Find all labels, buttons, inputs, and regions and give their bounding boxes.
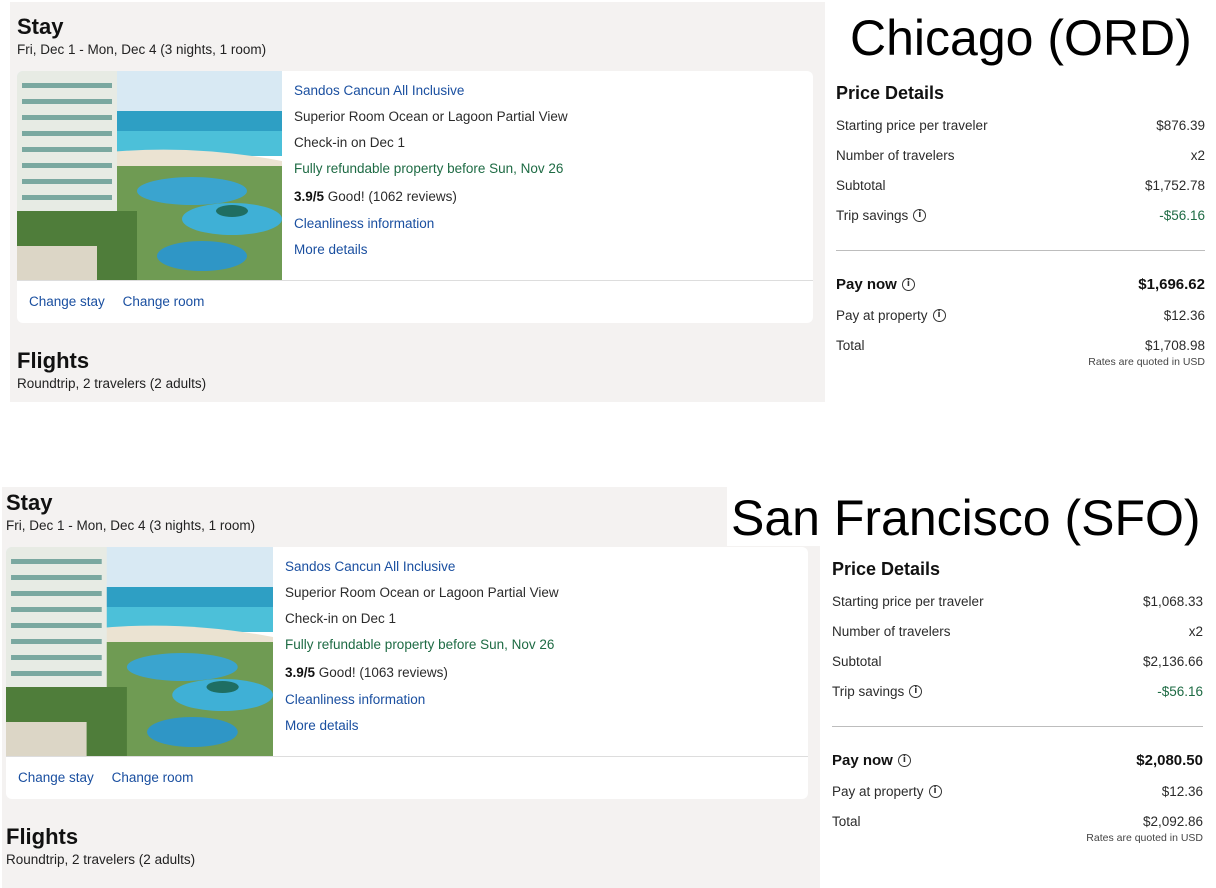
price-label: Starting price per traveler <box>836 118 988 133</box>
price-value: $12.36 <box>1161 784 1203 799</box>
rating: 3.9/5 Good! (1063 reviews) <box>285 665 448 680</box>
price-label: Trip savings <box>836 208 909 223</box>
price-value: $2,136.66 <box>1142 654 1203 669</box>
price-label: Number of travelers <box>832 624 951 639</box>
flights-sub: Roundtrip, 2 travelers (2 adults) <box>6 852 196 867</box>
cleanliness-link[interactable]: Cleanliness information <box>294 216 434 231</box>
card-actions: Change stay Change room <box>18 770 207 785</box>
price-label: Pay now <box>836 276 897 293</box>
change-stay-link[interactable]: Change stay <box>18 770 94 785</box>
price-value: $1,752.78 <box>1144 178 1205 193</box>
rates-note: Rates are quoted in USD <box>1088 356 1205 368</box>
info-icon[interactable]: i <box>897 754 911 767</box>
price-label: Number of travelers <box>836 148 955 163</box>
change-room-link[interactable]: Change room <box>112 770 194 785</box>
card-divider <box>6 756 808 757</box>
price-label: Subtotal <box>832 654 882 669</box>
flights-title: Flights <box>6 824 79 849</box>
rating-score: 3.9/5 <box>285 665 316 680</box>
change-stay-link[interactable]: Change stay <box>29 294 105 309</box>
hotel-image[interactable] <box>17 71 282 280</box>
card-actions: Change stay Change room <box>29 294 218 309</box>
more-details-link[interactable]: More details <box>294 242 368 257</box>
more-details-link[interactable]: More details <box>285 718 359 733</box>
rating-text: Good! (1062 reviews) <box>327 189 457 204</box>
price-value: $12.36 <box>1163 308 1205 323</box>
price-value: $1,708.98 <box>1144 338 1205 353</box>
info-icon[interactable]: i <box>932 309 946 322</box>
room-type: Superior Room Ocean or Lagoon Partial Vi… <box>285 585 559 600</box>
hotel-info: Sandos Cancun All Inclusive Superior Roo… <box>285 559 785 744</box>
hotel-image[interactable] <box>6 547 273 756</box>
rates-note: Rates are quoted in USD <box>1086 832 1203 844</box>
price-details-title: Price Details <box>832 559 941 579</box>
price-details-panel: Price Details Starting price per travele… <box>821 546 1216 888</box>
price-value: $1,068.33 <box>1142 594 1203 609</box>
info-icon[interactable]: i <box>913 209 927 222</box>
stay-dates: Fri, Dec 1 - Mon, Dec 4 (3 nights, 1 roo… <box>6 518 256 533</box>
flights-title: Flights <box>17 348 90 373</box>
rating-text: Good! (1063 reviews) <box>318 665 448 680</box>
hotel-card: Sandos Cancun All Inclusive Superior Roo… <box>17 71 813 323</box>
price-label: Pay at property <box>832 784 924 799</box>
checkin-text: Check-in on Dec 1 <box>294 135 406 150</box>
stay-title: Stay <box>17 14 64 39</box>
stay-title: Stay <box>6 490 53 515</box>
hotel-name-link[interactable]: Sandos Cancun All Inclusive <box>294 83 464 98</box>
price-label: Starting price per traveler <box>832 594 984 609</box>
price-label: Total <box>836 338 865 353</box>
city-label: Chicago (ORD) <box>844 10 1208 65</box>
price-label: Pay now <box>832 752 893 769</box>
price-value: -$56.16 <box>1159 208 1205 223</box>
price-value: x2 <box>1188 624 1203 639</box>
price-divider <box>836 250 1205 251</box>
price-label: Trip savings <box>832 684 905 699</box>
info-icon[interactable]: i <box>909 685 923 698</box>
price-label: Pay at property <box>836 308 928 323</box>
price-details-title: Price Details <box>836 83 945 103</box>
price-details-panel: Price Details Starting price per travele… <box>826 70 1216 402</box>
hotel-name-link[interactable]: Sandos Cancun All Inclusive <box>285 559 455 574</box>
city-label: San Francisco (SFO) <box>727 490 1216 546</box>
price-value: $2,092.86 <box>1142 814 1203 829</box>
price-value: $1,696.62 <box>1138 276 1205 293</box>
change-room-link[interactable]: Change room <box>123 294 205 309</box>
price-label: Total <box>832 814 861 829</box>
price-value: x2 <box>1190 148 1205 163</box>
price-value: $2,080.50 <box>1136 752 1203 769</box>
rating: 3.9/5 Good! (1062 reviews) <box>294 189 457 204</box>
flights-sub: Roundtrip, 2 travelers (2 adults) <box>17 376 207 391</box>
rating-score: 3.9/5 <box>294 189 325 204</box>
price-value: $876.39 <box>1156 118 1205 133</box>
price-label: Subtotal <box>836 178 886 193</box>
refund-policy: Fully refundable property before Sun, No… <box>285 637 555 652</box>
info-icon[interactable]: i <box>901 278 915 291</box>
hotel-info: Sandos Cancun All Inclusive Superior Roo… <box>294 83 794 268</box>
price-value: -$56.16 <box>1157 684 1203 699</box>
card-divider <box>17 280 813 281</box>
hotel-card: Sandos Cancun All Inclusive Superior Roo… <box>6 547 808 799</box>
price-divider <box>832 726 1203 727</box>
info-icon[interactable]: i <box>928 785 942 798</box>
room-type: Superior Room Ocean or Lagoon Partial Vi… <box>294 109 568 124</box>
sfo-stay-header-panel <box>2 487 727 545</box>
stay-dates: Fri, Dec 1 - Mon, Dec 4 (3 nights, 1 roo… <box>17 42 267 57</box>
cleanliness-link[interactable]: Cleanliness information <box>285 692 425 707</box>
checkin-text: Check-in on Dec 1 <box>285 611 397 626</box>
refund-policy: Fully refundable property before Sun, No… <box>294 161 564 176</box>
